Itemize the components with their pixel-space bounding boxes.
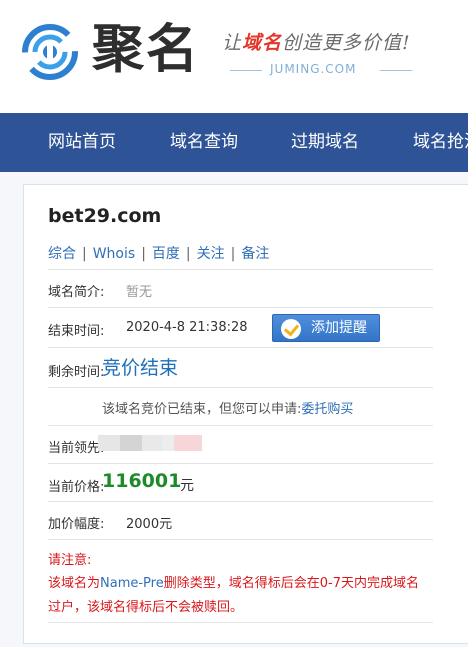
separator: | [230, 246, 236, 262]
row-intro: 域名简介: 暂无 [48, 269, 433, 307]
add-reminder-label: 添加提醒 [311, 320, 367, 336]
domain-detail-panel: bet29.com 综合 | Whois | 百度 | 关注 | 备注 域名简介: 暂无 结束时… [23, 184, 468, 644]
auction-note: 该域名竞价已结束，但您可以申请:委托购买 [102, 398, 353, 417]
divider [230, 70, 262, 71]
nav-item-home[interactable]: 网站首页 [48, 113, 116, 172]
price-label: 当前价格: [48, 480, 105, 495]
warning-text: 该域名为Name-Pre删除类型，域名得标后会在0-7天内完成域名过户，该域名得… [48, 572, 430, 620]
nav-item-expired-domains[interactable]: 过期域名 [291, 113, 359, 172]
slogan-highlight: 域名 [242, 32, 283, 54]
brand-domain-text: JUMING.COM [270, 62, 357, 76]
brand-slogan: 让域名创造更多价值! [222, 28, 411, 55]
price-unit: 元 [180, 478, 194, 494]
link-baidu[interactable]: 百度 [152, 246, 180, 262]
commission-purchase-link[interactable]: 委托购买 [301, 402, 353, 417]
auction-status: 竞价结束 [102, 357, 179, 379]
end-time-label: 结束时间: [48, 324, 105, 339]
divider [380, 70, 412, 71]
domain-links: 综合 | Whois | 百度 | 关注 | 备注 [48, 243, 269, 263]
link-remark[interactable]: 备注 [241, 246, 269, 262]
intro-label: 域名简介: [48, 285, 105, 300]
slogan-pre: 让 [222, 32, 243, 54]
leader-label: 当前领先: [48, 441, 105, 456]
increment-label: 加价幅度: [48, 517, 105, 532]
warning-title: 请注意: [48, 553, 92, 568]
note-text: 该域名竞价已结束，但您可以申请: [102, 402, 302, 417]
separator: | [82, 246, 87, 262]
remaining-label: 剩余时间: [48, 365, 105, 380]
link-follow[interactable]: 关注 [197, 246, 225, 262]
juming-logo-icon[interactable] [22, 24, 78, 80]
delete-type: Name-Pre [100, 576, 164, 591]
end-time-value: 2020-4-8 21:38:28 [126, 320, 248, 335]
slogan-post: 创造更多价值! [282, 32, 411, 54]
check-badge-icon [281, 319, 301, 339]
separator: | [185, 246, 191, 262]
brand-domain: JUMING.COM [230, 62, 412, 78]
warning-pre: 该域名为 [48, 576, 101, 591]
brand-name: 聚名 [92, 19, 201, 80]
nav-item-domain-search[interactable]: 域名查询 [170, 113, 238, 172]
row-increment: 加价幅度: 2000元 [48, 501, 433, 539]
link-whois[interactable]: Whois [93, 246, 135, 262]
link-overview[interactable]: 综合 [48, 246, 76, 262]
leader-masked-value [98, 435, 202, 451]
domain-title: bet29.com [48, 205, 162, 227]
separator: | [141, 246, 146, 262]
main-nav: 网站首页 域名查询 过期域名 域名抢注 [0, 113, 468, 172]
add-reminder-button[interactable]: 添加提醒 [272, 314, 380, 342]
intro-value: 暂无 [126, 285, 153, 300]
increment-value: 2000元 [126, 517, 173, 532]
current-price: 116001 [102, 470, 182, 492]
site-header: 聚名 让域名创造更多价值! JUMING.COM [0, 0, 468, 113]
nav-item-domain-snap[interactable]: 域名抢注 [413, 113, 468, 172]
